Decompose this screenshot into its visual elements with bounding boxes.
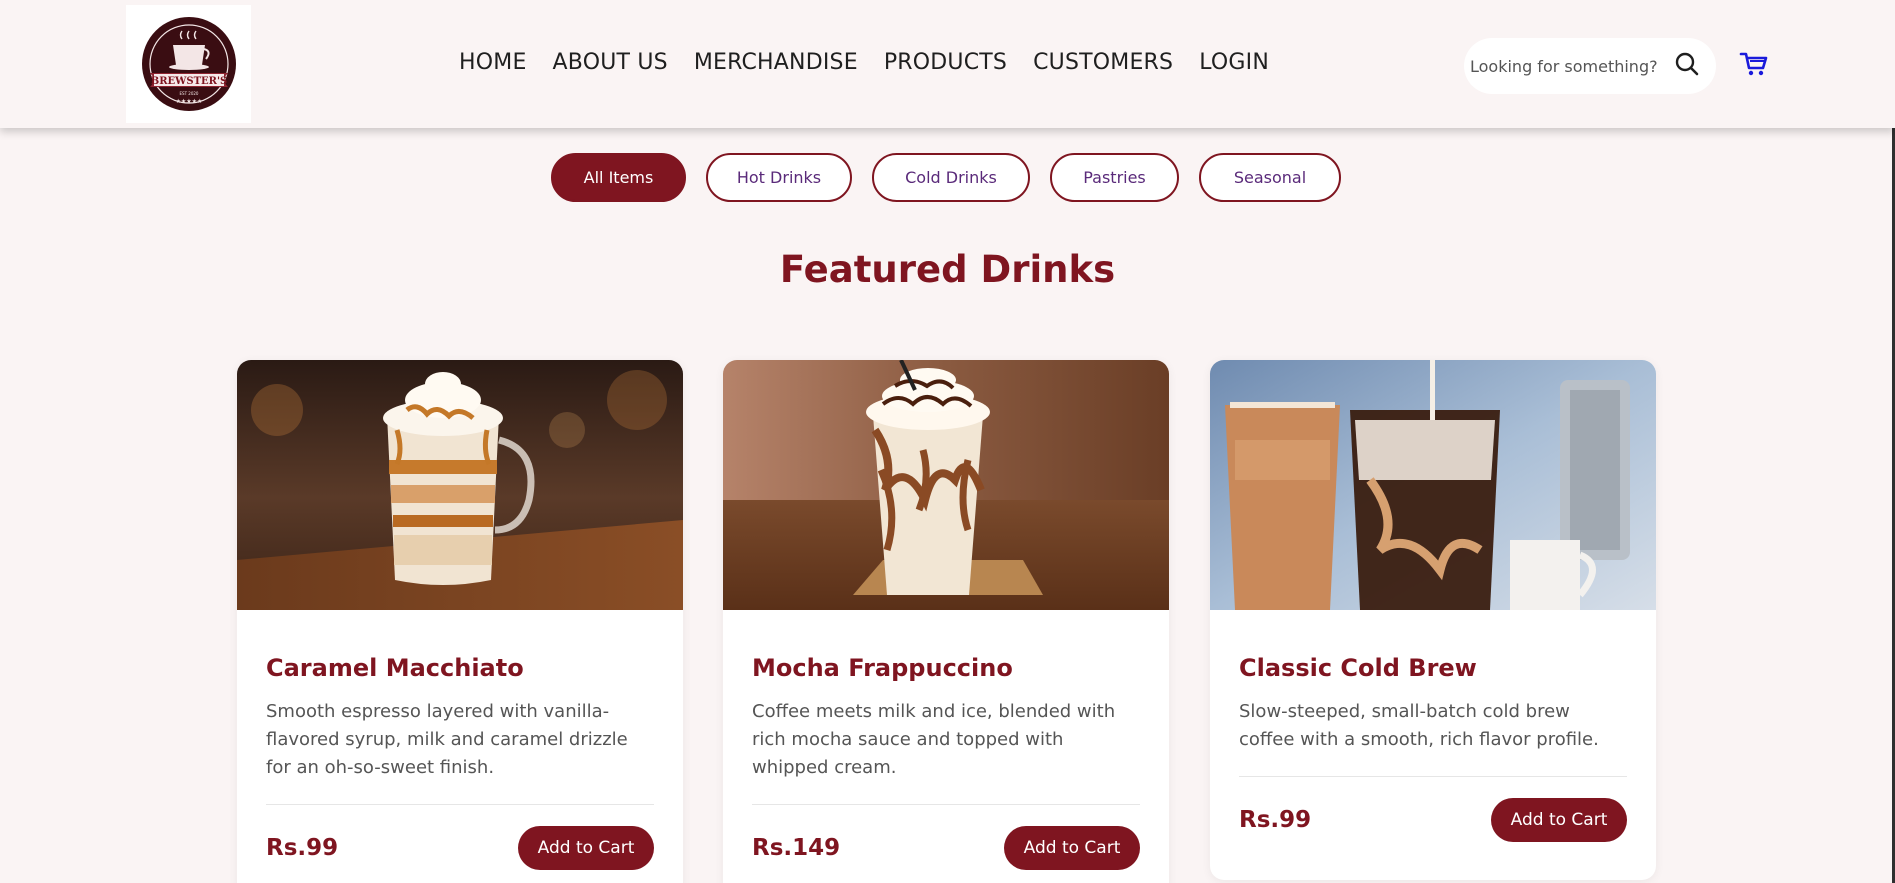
brand-logo: BREWSTER'S EST 2020 ★★★★★ <box>141 17 236 111</box>
product-description: Slow-steeped, small-batch cold brew coff… <box>1239 701 1599 750</box>
nav-products[interactable]: PRODUCTS <box>884 50 1007 75</box>
svg-text:★★★★★: ★★★★★ <box>175 98 202 105</box>
main-nav: HOME ABOUT US MERCHANDISE PRODUCTS CUSTO… <box>459 50 1269 75</box>
add-to-cart-button[interactable]: Add to Cart <box>1491 798 1627 842</box>
nav-customers[interactable]: CUSTOMERS <box>1033 50 1173 75</box>
product-name: Classic Cold Brew <box>1239 654 1477 682</box>
add-to-cart-button[interactable]: Add to Cart <box>518 826 654 870</box>
filter-cold-drinks[interactable]: Cold Drinks <box>872 153 1030 202</box>
product-price: Rs.99 <box>1239 807 1312 833</box>
nav-about-us[interactable]: ABOUT US <box>553 50 668 75</box>
product-image-caramel-macchiato <box>237 360 683 610</box>
site-header: BREWSTER'S EST 2020 ★★★★★ HOME ABOUT US … <box>0 0 1895 128</box>
nav-merchandise[interactable]: MERCHANDISE <box>694 50 858 75</box>
filter-pastries[interactable]: Pastries <box>1050 153 1179 202</box>
card-divider <box>752 804 1140 805</box>
nav-login[interactable]: LOGIN <box>1199 50 1269 75</box>
search-box <box>1464 38 1716 94</box>
product-name: Mocha Frappuccino <box>752 654 1013 682</box>
product-image-classic-cold-brew <box>1210 360 1656 610</box>
cart-icon[interactable] <box>1739 50 1769 82</box>
category-filters: All Items Hot Drinks Cold Drinks Pastrie… <box>551 153 1341 202</box>
svg-text:EST 2020: EST 2020 <box>179 91 198 96</box>
filter-all-items[interactable]: All Items <box>551 153 686 202</box>
product-price: Rs.149 <box>752 835 841 861</box>
svg-text:BREWSTER'S: BREWSTER'S <box>150 76 227 87</box>
product-description: Coffee meets milk and ice, blended with … <box>752 701 1116 778</box>
logo-link[interactable]: BREWSTER'S EST 2020 ★★★★★ <box>126 5 251 123</box>
product-image-mocha-frappuccino <box>723 360 1169 610</box>
card-divider <box>1239 776 1627 777</box>
product-description: Smooth espresso layered with vanilla-fla… <box>266 701 628 778</box>
nav-home[interactable]: HOME <box>459 50 527 75</box>
product-card: Mocha Frappuccino Coffee meets milk and … <box>723 360 1169 883</box>
product-name: Caramel Macchiato <box>266 654 524 682</box>
search-input[interactable] <box>1470 56 1668 76</box>
filter-hot-drinks[interactable]: Hot Drinks <box>706 153 852 202</box>
search-icon[interactable] <box>1674 51 1700 81</box>
section-title: Featured Drinks <box>779 248 1116 291</box>
add-to-cart-button[interactable]: Add to Cart <box>1004 826 1140 870</box>
filter-seasonal[interactable]: Seasonal <box>1199 153 1341 202</box>
card-divider <box>266 804 654 805</box>
product-price: Rs.99 <box>266 835 339 861</box>
product-card: Caramel Macchiato Smooth espresso layere… <box>237 360 683 883</box>
product-card: Classic Cold Brew Slow-steeped, small-ba… <box>1210 360 1656 880</box>
